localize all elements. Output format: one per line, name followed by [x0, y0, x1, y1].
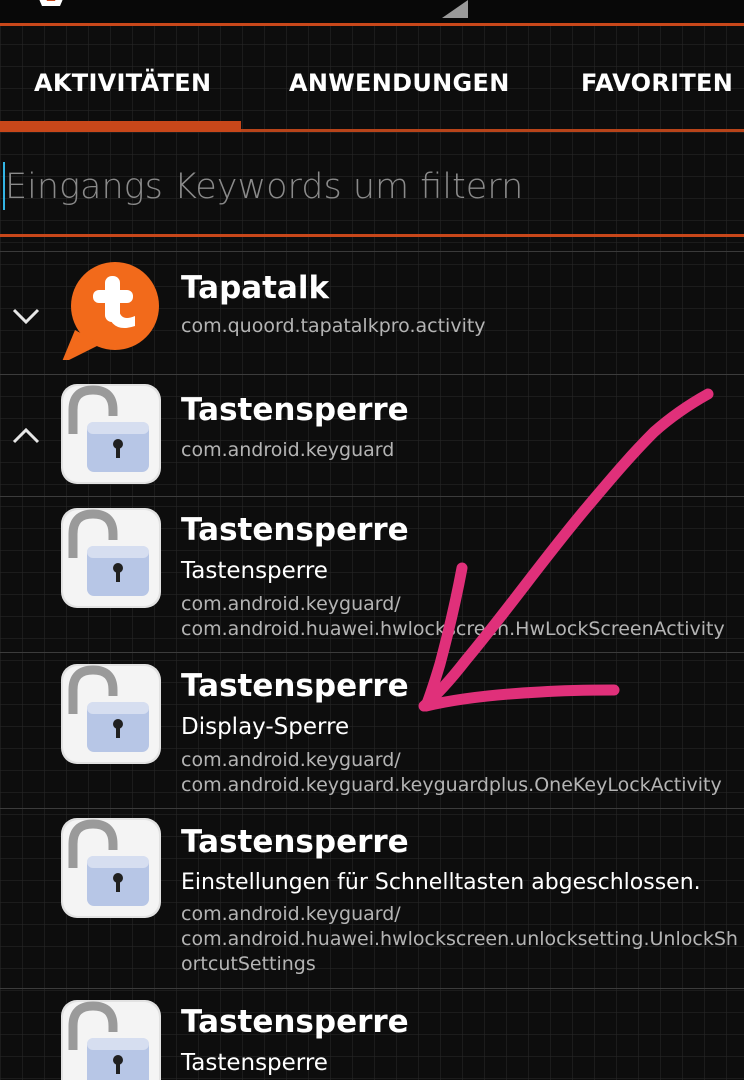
padlock-icon: [61, 818, 161, 918]
search-underline: [0, 234, 744, 237]
item-package-class: com.android.keyguard.keyguardplus.OneKey…: [181, 774, 722, 796]
padlock-icon: [61, 508, 161, 608]
padlock-icon: [61, 384, 161, 484]
top-strip: [0, 0, 744, 26]
padlock-icon: [61, 1000, 161, 1080]
tab-applications[interactable]: ANWENDUNGEN: [289, 69, 510, 97]
item-subtitle: Tastensperre: [181, 558, 328, 584]
list-item-activity[interactable]: Tastensperre Einstellungen für Schnellta…: [0, 810, 744, 988]
item-package: com.quoord.tapatalkpro.activity: [181, 315, 486, 337]
item-package: com.android.keyguard/: [181, 593, 401, 615]
divider: [0, 251, 744, 252]
list-item-activity[interactable]: Tastensperre Tastensperre: [0, 990, 744, 1080]
chevron-down-icon[interactable]: [10, 300, 42, 332]
tab-activities[interactable]: AKTIVITÄTEN: [34, 69, 211, 97]
search-bar: [0, 150, 744, 236]
tapatalk-icon: [62, 262, 159, 360]
row-divider: [0, 652, 744, 653]
item-subtitle: Einstellungen für Schnelltasten abgeschl…: [181, 870, 701, 895]
filter-input[interactable]: [5, 156, 735, 218]
row-divider: [0, 496, 744, 497]
overflow-corner-icon[interactable]: [442, 0, 468, 18]
screen: AKTIVITÄTEN ANWENDUNGEN FAVORITEN Tapata…: [0, 0, 744, 1080]
app-logo-icon: [39, 0, 63, 6]
padlock-icon: [61, 664, 161, 764]
row-divider: [0, 374, 744, 375]
item-title: Tastensperre: [181, 1004, 409, 1040]
tab-selected-indicator: [0, 121, 241, 132]
list-item-activity[interactable]: Tastensperre Display-Sperre com.android.…: [0, 654, 744, 808]
item-package: com.android.keyguard/: [181, 903, 401, 925]
item-title: Tapatalk: [181, 270, 330, 306]
row-divider: [0, 988, 744, 989]
item-title: Tastensperre: [181, 392, 409, 428]
item-package-class: com.android.huawei.hwlockscreen.unlockse…: [181, 928, 738, 950]
row-divider: [0, 808, 744, 809]
item-title: Tastensperre: [181, 512, 409, 548]
item-title: Tastensperre: [181, 668, 409, 704]
item-package-class-cont: ortcutSettings: [181, 953, 316, 975]
item-package: com.android.keyguard: [181, 439, 395, 461]
item-title: Tastensperre: [181, 824, 409, 860]
tab-favorites[interactable]: FAVORITEN: [581, 69, 733, 97]
list-item-activity[interactable]: Tastensperre Tastensperre com.android.ke…: [0, 498, 744, 652]
tab-bar: AKTIVITÄTEN ANWENDUNGEN FAVORITEN: [0, 29, 744, 133]
list-item-tapatalk[interactable]: Tapatalk com.quoord.tapatalkpro.activity: [0, 256, 744, 374]
item-subtitle: Display-Sperre: [181, 714, 350, 740]
list-item-keyguard[interactable]: Tastensperre com.android.keyguard: [0, 376, 744, 496]
item-subtitle: Tastensperre: [181, 1050, 328, 1076]
chevron-up-icon[interactable]: [10, 420, 42, 452]
item-package-class: com.android.huawei.hwlockscreen.HwLockSc…: [181, 618, 725, 640]
item-package: com.android.keyguard/: [181, 749, 401, 771]
